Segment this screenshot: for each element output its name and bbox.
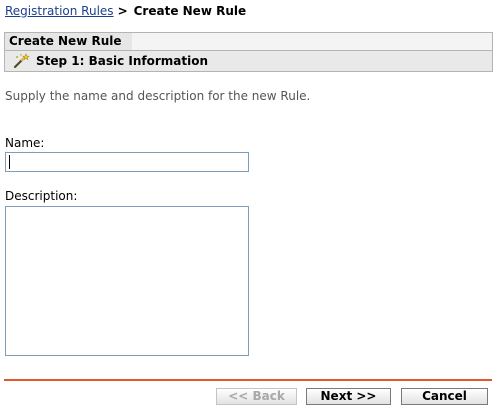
step-label: Step 1: Basic Information <box>36 54 209 68</box>
wizard-header-fill <box>132 33 492 50</box>
wizard-header: Create New Rule <box>4 32 493 50</box>
back-button[interactable]: << Back <box>216 388 297 405</box>
wizard-title: Create New Rule <box>5 33 135 50</box>
cancel-button[interactable]: Cancel <box>401 388 488 405</box>
footer-divider <box>4 379 492 381</box>
description-label: Description: <box>5 189 78 203</box>
breadcrumb-separator: > <box>117 4 128 18</box>
name-input[interactable] <box>5 152 249 172</box>
name-label: Name: <box>5 136 45 150</box>
instructions-text: Supply the name and description for the … <box>5 89 311 103</box>
text-caret <box>9 155 10 169</box>
breadcrumb-link-registration-rules[interactable]: Registration Rules <box>5 4 114 18</box>
step-bar: Step 1: Basic Information <box>4 50 493 72</box>
description-textarea[interactable] <box>5 206 249 356</box>
breadcrumb-current: Create New Rule <box>133 4 247 18</box>
wand-icon <box>12 53 30 69</box>
next-button[interactable]: Next >> <box>306 388 391 405</box>
breadcrumb: Registration Rules > Create New Rule <box>5 3 246 19</box>
